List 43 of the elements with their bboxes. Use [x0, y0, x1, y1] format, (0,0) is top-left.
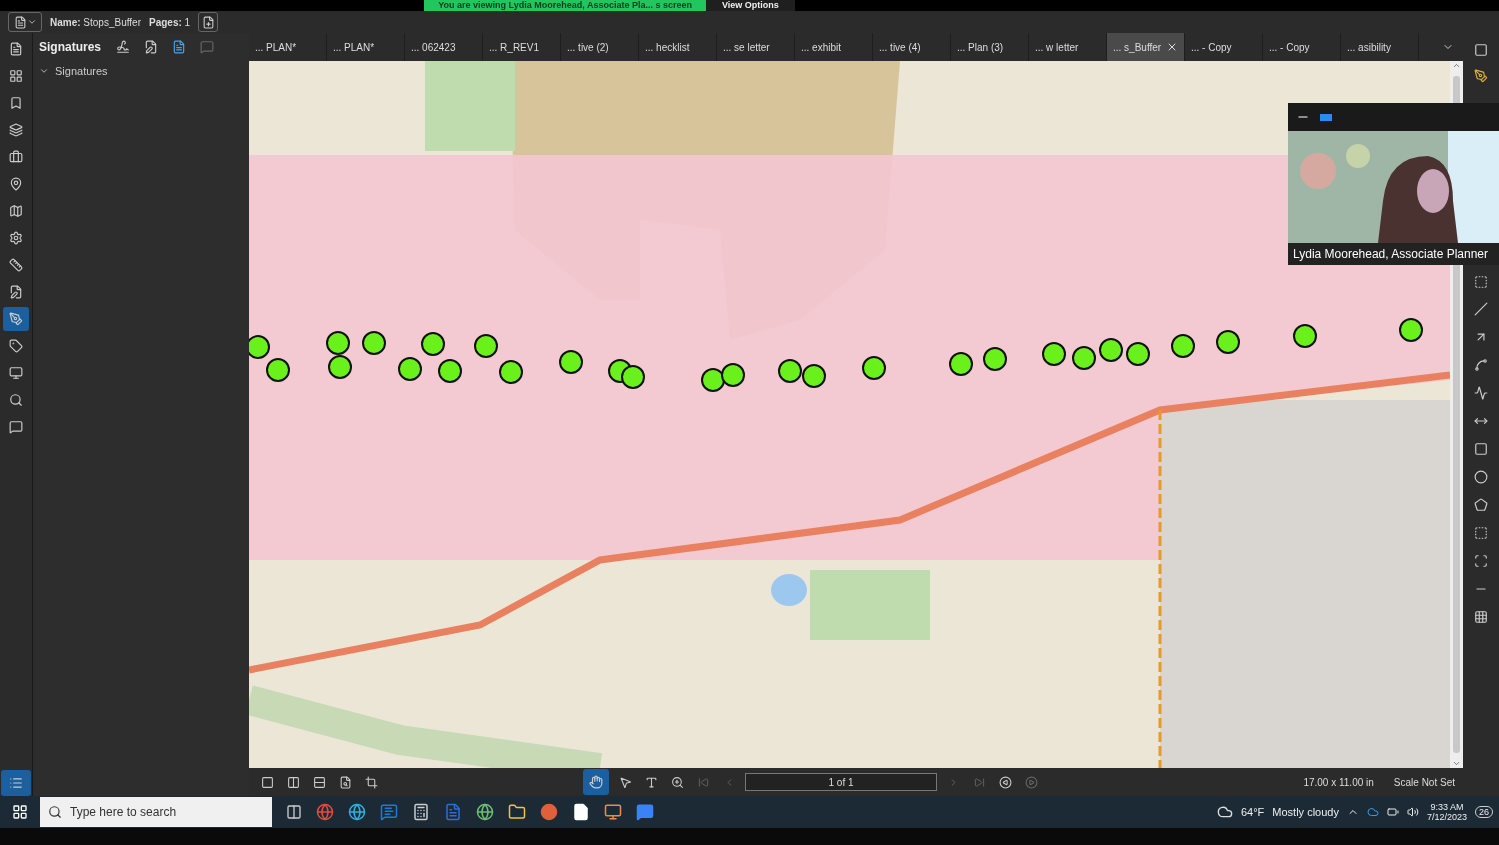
search-icon: [48, 805, 62, 819]
document-tab[interactable]: ... s_Buffer: [1107, 33, 1185, 61]
document-icon: [13, 15, 27, 29]
file-icon[interactable]: [572, 803, 590, 821]
clock[interactable]: 9:33 AM 7/12/2023: [1426, 802, 1467, 822]
scroll-down-icon[interactable]: [1452, 759, 1461, 768]
volume-icon[interactable]: [1406, 806, 1419, 818]
globe-icon[interactable]: [476, 803, 494, 821]
page-size: 17.00 x 11.00 in: [1303, 776, 1374, 788]
file-menu-button[interactable]: [8, 12, 42, 32]
search-field[interactable]: Type here to search: [40, 797, 272, 827]
scale-label[interactable]: Scale Not Set: [1393, 776, 1455, 788]
pen-icon[interactable]: [3, 307, 29, 331]
list-icon: [9, 776, 23, 790]
search-placeholder: Type here to search: [70, 805, 177, 819]
temperature[interactable]: 64°F: [1240, 806, 1265, 818]
weather-icon[interactable]: [1216, 804, 1233, 820]
weather-condition[interactable]: Mostly cloudy: [1272, 806, 1339, 818]
windows-icon: [12, 804, 28, 820]
folder-icon[interactable]: [508, 803, 526, 821]
task-view-icon[interactable]: [286, 804, 302, 820]
browser-icon[interactable]: [316, 803, 334, 821]
page-field[interactable]: 1 of 1: [745, 773, 937, 791]
add-page-icon: [201, 15, 215, 29]
chevron-down-icon[interactable]: [39, 66, 49, 76]
add-page-button[interactable]: [198, 12, 219, 32]
chat-icon[interactable]: [636, 803, 654, 821]
view-options-button[interactable]: View Options: [705, 0, 795, 11]
app-icon[interactable]: [604, 803, 622, 821]
panel-title: Signatures: [39, 40, 101, 54]
cloud-icon[interactable]: [1366, 806, 1379, 818]
tree-item[interactable]: Signatures: [55, 65, 108, 77]
calculator-icon[interactable]: [412, 803, 430, 821]
document-name: Name: Stops_Buffer: [50, 16, 141, 28]
screen-share-banner: You are viewing Lydia Moorehead, Associate Pla... s screen: [424, 0, 706, 11]
hand-icon[interactable]: [583, 769, 609, 795]
close-icon[interactable]: [1166, 41, 1178, 53]
mail-icon[interactable]: [380, 803, 398, 821]
caret-icon: [26, 17, 37, 27]
page-count: Pages: 1: [149, 16, 191, 28]
scroll-up-icon[interactable]: [1452, 61, 1461, 70]
browser-icon[interactable]: [348, 803, 366, 821]
battery-icon[interactable]: [1386, 806, 1399, 818]
